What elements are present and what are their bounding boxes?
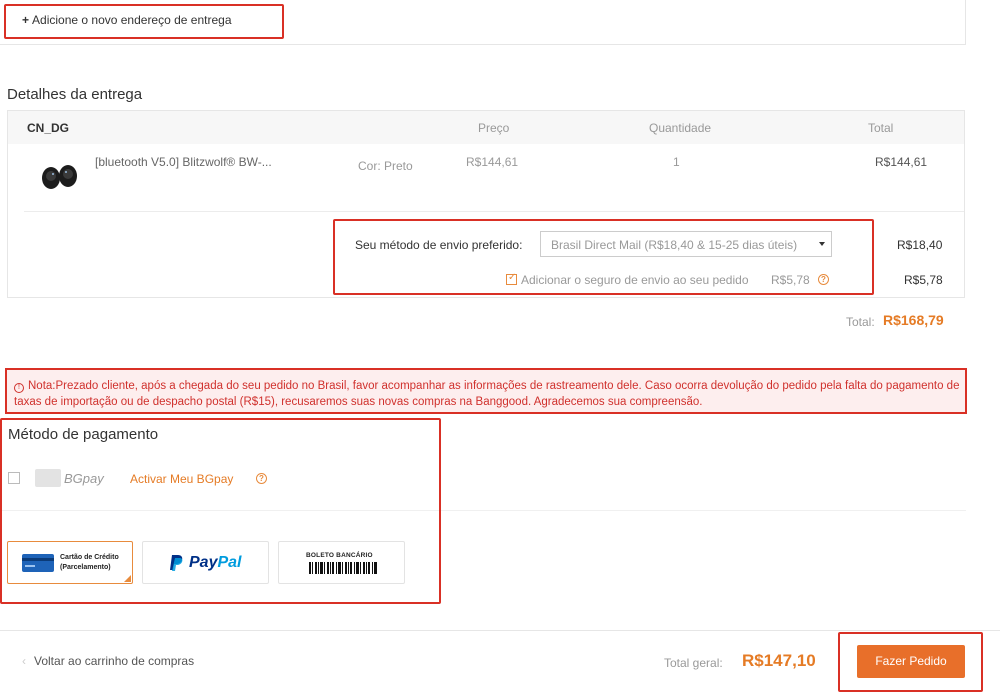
warning-icon: ! [14, 383, 24, 393]
order-total-value: R$168,79 [883, 312, 944, 328]
product-image[interactable] [40, 158, 80, 194]
delivery-title: Detalhes da entrega [7, 86, 143, 103]
order-total-label: Total: [846, 315, 875, 329]
header-quantity: Quantidade [649, 121, 712, 135]
product-quantity: 1 [673, 155, 680, 169]
product-price: R$144,61 [466, 155, 519, 169]
row-divider [24, 211, 964, 212]
warehouse-label: CN_DG [27, 121, 70, 135]
highlight-box-shipping [333, 219, 874, 295]
shipping-cost: R$18,40 [897, 238, 943, 252]
insurance-total: R$5,78 [904, 273, 943, 287]
product-color: Cor: Preto [358, 159, 413, 173]
grand-total-value: R$147,10 [742, 651, 816, 670]
notice-message: ! Nota:Prezado cliente, após a chegada do… [14, 378, 964, 410]
back-to-cart-link[interactable]: Voltar ao carrinho de compras [34, 654, 194, 668]
footer-divider [0, 630, 1000, 631]
highlight-box-place-order [838, 632, 983, 692]
chevron-left-icon[interactable]: ‹ [22, 654, 26, 668]
highlight-box-payment [0, 418, 441, 604]
notice-text: Nota:Prezado cliente, após a chegada do … [14, 380, 960, 408]
header-total: Total [868, 121, 894, 135]
product-total: R$144,61 [875, 155, 928, 169]
grand-total-label: Total geral: [664, 656, 723, 670]
product-name[interactable]: [bluetooth V5.0] Blitzwolf® BW-... [95, 155, 272, 169]
highlight-box-address [4, 4, 284, 39]
header-price: Preço [478, 121, 510, 135]
